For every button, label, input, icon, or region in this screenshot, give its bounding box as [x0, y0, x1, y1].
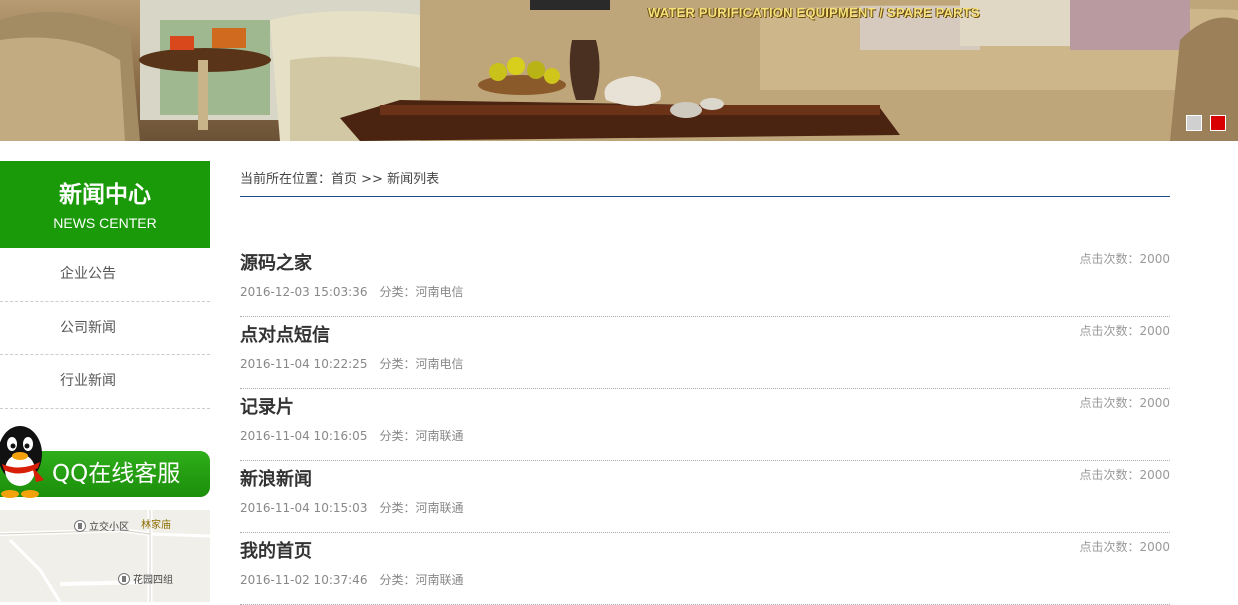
news-title-link[interactable]: 源码之家 — [240, 249, 312, 275]
news-category: 分类：河南联通 — [379, 573, 464, 587]
map-pin-icon — [74, 520, 86, 532]
sidebar-item-company-news[interactable]: 公司新闻 — [0, 302, 210, 355]
breadcrumb: 当前所在位置：首页 >> 新闻列表 — [240, 161, 1170, 197]
news-meta: 2016-11-02 10:37:46 分类：河南联通 — [240, 571, 463, 588]
breadcrumb-separator: >> — [357, 172, 388, 187]
qq-penguin-icon — [0, 426, 44, 498]
sidebar: 新闻中心 NEWS CENTER 企业公告 公司新闻 行业新闻 — [0, 161, 210, 409]
news-list-item: 新浪新闻 2016-11-04 10:15:03 分类：河南联通 点击次数：200… — [240, 461, 1170, 533]
news-hit-count: 点击次数：2000 — [1079, 252, 1170, 266]
sidebar-item-enterprise-notice[interactable]: 企业公告 — [0, 248, 210, 302]
news-meta: 2016-11-04 10:16:05 分类：河南联通 — [240, 427, 463, 444]
news-date: 2016-12-03 15:03:36 — [240, 285, 368, 299]
news-category: 分类：河南电信 — [379, 357, 464, 371]
news-meta: 2016-11-04 10:15:03 分类：河南联通 — [240, 499, 463, 516]
news-list-item: 点对点短信 2016-11-04 10:22:25 分类：河南电信 点击次数：20… — [240, 317, 1170, 389]
slide-dot-2-active[interactable] — [1210, 115, 1226, 131]
breadcrumb-home-link[interactable]: 首页 — [331, 172, 357, 187]
news-title-link[interactable]: 新浪新闻 — [240, 465, 312, 491]
sidebar-header: 新闻中心 NEWS CENTER — [0, 161, 210, 248]
news-list-item: 源码之家 2016-12-03 15:03:36 分类：河南电信 点击次数：200… — [240, 245, 1170, 317]
map-pin-icon — [118, 573, 130, 585]
news-title-link[interactable]: 记录片 — [240, 393, 294, 419]
news-category: 分类：河南联通 — [379, 501, 464, 515]
news-date: 2016-11-04 10:15:03 — [240, 501, 368, 515]
banner-living-room-illustration — [0, 0, 1238, 141]
news-list-item: 我的首页 2016-11-02 10:37:46 分类：河南联通 点击次数：200… — [240, 533, 1170, 605]
news-meta: 2016-11-04 10:22:25 分类：河南电信 — [240, 355, 463, 372]
banner-caption: WATER PURIFICATION EQUIPMENT / SPARE PAR… — [648, 5, 980, 20]
news-hit-count: 点击次数：2000 — [1079, 396, 1170, 410]
news-title-link[interactable]: 点对点短信 — [240, 321, 330, 347]
news-hit-count: 点击次数：2000 — [1079, 468, 1170, 482]
breadcrumb-prefix: 当前所在位置： — [240, 172, 332, 187]
breadcrumb-current: 新闻列表 — [387, 172, 440, 187]
news-meta: 2016-12-03 15:03:36 分类：河南电信 — [240, 283, 463, 300]
sidebar-title-cn: 新闻中心 — [59, 182, 151, 208]
sidebar-title-en: NEWS CENTER — [53, 215, 157, 231]
news-list: 源码之家 2016-12-03 15:03:36 分类：河南电信 点击次数：200… — [240, 245, 1170, 605]
map-label-linjiamiao: 林家庙 — [141, 520, 171, 531]
news-list-item: 记录片 2016-11-04 10:16:05 分类：河南联通 点击次数：2000 — [240, 389, 1170, 461]
banner-slider-dots — [1186, 115, 1226, 131]
news-date: 2016-11-02 10:37:46 — [240, 573, 368, 587]
news-date: 2016-11-04 10:16:05 — [240, 429, 368, 443]
map-label-huayuan: 花园四组 — [118, 571, 173, 586]
location-map[interactable]: 立交小区 林家庙 花园四组 — [0, 510, 210, 602]
slide-dot-1[interactable] — [1186, 115, 1202, 131]
hero-banner: WATER PURIFICATION EQUIPMENT / SPARE PAR… — [0, 0, 1238, 141]
main-content: 当前所在位置：首页 >> 新闻列表 源码之家 2016-12-03 15:03:… — [240, 161, 1170, 605]
qq-online-service[interactable]: QQ在线客服 — [0, 418, 210, 500]
sidebar-item-industry-news[interactable]: 行业新闻 — [0, 355, 210, 409]
news-hit-count: 点击次数：2000 — [1079, 540, 1170, 554]
map-label-lijiao: 立交小区 — [74, 518, 129, 533]
news-category: 分类：河南联通 — [379, 429, 464, 443]
news-date: 2016-11-04 10:22:25 — [240, 357, 368, 371]
news-hit-count: 点击次数：2000 — [1079, 324, 1170, 338]
news-title-link[interactable]: 我的首页 — [240, 537, 312, 563]
sidebar-menu: 企业公告 公司新闻 行业新闻 — [0, 248, 210, 409]
news-category: 分类：河南电信 — [379, 285, 464, 299]
